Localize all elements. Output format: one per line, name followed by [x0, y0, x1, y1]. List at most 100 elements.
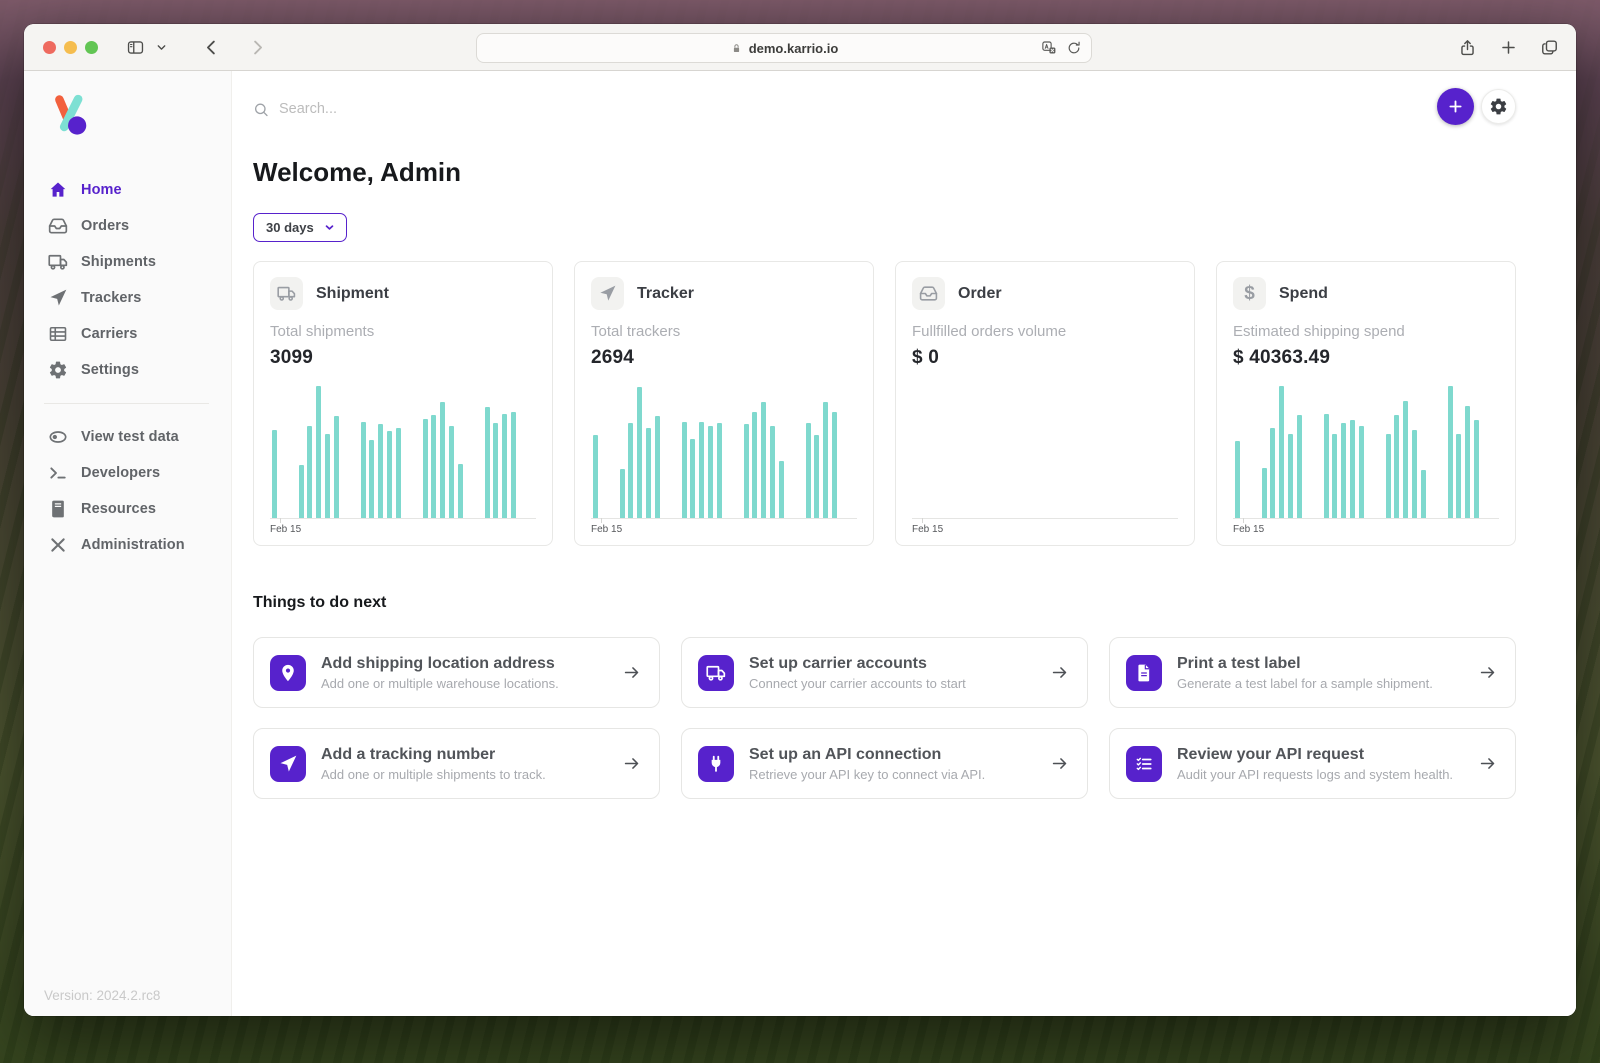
tab-overview-icon[interactable]	[1538, 32, 1560, 62]
chart-bar	[1412, 430, 1417, 518]
sidebar-item-trackers[interactable]: Trackers	[24, 280, 231, 316]
period-filter-dropdown[interactable]: 30 days	[253, 213, 347, 242]
chart-bar	[593, 435, 598, 518]
task-card-add-a-tracking-number[interactable]: Add a tracking number Add one or multipl…	[253, 728, 660, 799]
forward-icon[interactable]	[242, 32, 272, 62]
close-window-button[interactable]	[43, 41, 56, 54]
browser-toolbar: demo.karrio.io	[24, 24, 1576, 71]
task-card-description: Generate a test label for a sample shipm…	[1177, 676, 1463, 691]
sidebar-item-administration[interactable]: Administration	[24, 527, 231, 563]
task-card-set-up-carrier-accounts[interactable]: Set up carrier accounts Connect your car…	[681, 637, 1088, 708]
chart-axis-label: Feb 15	[1233, 524, 1499, 535]
truck-icon	[48, 252, 68, 272]
search-box[interactable]	[253, 101, 683, 118]
share-icon[interactable]	[1456, 32, 1478, 62]
eye-icon	[48, 427, 68, 447]
page-title: Welcome, Admin	[253, 157, 1516, 188]
sidebar-item-label: Settings	[81, 362, 139, 378]
create-button[interactable]	[1437, 88, 1474, 125]
new-tab-icon[interactable]	[1497, 32, 1519, 62]
minimize-window-button[interactable]	[64, 41, 77, 54]
stat-card-title: Spend	[1279, 285, 1328, 303]
task-card-title: Add shipping location address	[321, 655, 607, 673]
chart-bar	[1394, 415, 1399, 518]
stat-card-title: Order	[958, 285, 1002, 303]
sidebar-item-settings[interactable]: Settings	[24, 352, 231, 388]
arrow-right-icon	[1050, 663, 1069, 682]
arrow-right-icon	[622, 754, 641, 773]
sidebar-item-shipments[interactable]: Shipments	[24, 244, 231, 280]
chart-bar	[690, 439, 695, 518]
file-icon	[1126, 655, 1162, 691]
truck-icon	[698, 655, 734, 691]
karrio-logo[interactable]	[46, 91, 231, 142]
settings-button[interactable]	[1481, 89, 1516, 124]
sidebar-item-home[interactable]: Home	[24, 172, 231, 208]
tab-group-chevron-icon[interactable]	[152, 32, 170, 62]
stats-row: Shipment Total shipments 3099 Feb 15 Tra…	[253, 261, 1516, 546]
zoom-window-button[interactable]	[85, 41, 98, 54]
chart-axis-label: Feb 15	[270, 524, 536, 535]
chart-bar	[1288, 434, 1293, 518]
task-card-review-your-api-request[interactable]: Review your API request Audit your API r…	[1109, 728, 1516, 799]
chart-bar	[387, 431, 392, 518]
chart-bar	[1270, 428, 1275, 518]
chart-bar	[628, 423, 633, 518]
sidebar-divider	[44, 403, 209, 404]
tools-icon	[48, 535, 68, 555]
search-input[interactable]	[279, 101, 683, 117]
chart-bar	[620, 469, 625, 518]
translate-icon[interactable]	[1041, 40, 1057, 56]
chart-bar	[1341, 423, 1346, 518]
sidebar-secondary-nav: View test data Developers ResourcesAdminis…	[24, 419, 231, 563]
task-card-title: Review your API request	[1177, 746, 1463, 764]
stat-card-value: $ 0	[912, 347, 1178, 369]
search-icon	[253, 101, 269, 118]
chart-bar	[1403, 401, 1408, 518]
sidebar-toggle-icon[interactable]	[120, 32, 150, 62]
sidebar-item-view-test-data[interactable]: View test data	[24, 419, 231, 455]
chart-bar	[361, 422, 366, 518]
task-card-description: Retrieve your API key to connect via API…	[749, 767, 1035, 782]
sidebar-item-orders[interactable]: Orders	[24, 208, 231, 244]
inbox-icon	[48, 216, 68, 236]
address-bar[interactable]: demo.karrio.io	[476, 33, 1092, 63]
chart-bar	[717, 423, 722, 518]
sidebar-item-label: Developers	[81, 465, 160, 481]
back-icon[interactable]	[196, 32, 226, 62]
chart-bar	[646, 428, 651, 518]
task-card-description: Add one or multiple shipments to track.	[321, 767, 607, 782]
stat-card-subtitle: Total shipments	[270, 323, 536, 340]
chart-bar	[779, 461, 784, 518]
chart-bar	[637, 387, 642, 518]
chart-bar	[299, 465, 304, 518]
inbox-icon	[912, 277, 945, 310]
sidebar-item-developers[interactable]: Developers	[24, 455, 231, 491]
sparkline-chart	[591, 386, 857, 518]
sidebar-item-label: Shipments	[81, 254, 156, 270]
chart-bar	[1350, 420, 1355, 518]
task-card-set-up-an-api-connection[interactable]: Set up an API connection Retrieve your A…	[681, 728, 1088, 799]
chart-bar	[458, 464, 463, 518]
chart-bar	[699, 422, 704, 518]
sidebar-item-resources[interactable]: Resources	[24, 491, 231, 527]
sparkline-chart	[912, 386, 1178, 518]
chart-bar	[449, 426, 454, 518]
sidebar-item-carriers[interactable]: Carriers	[24, 316, 231, 352]
stat-card-subtitle: Estimated shipping spend	[1233, 323, 1499, 340]
arrow-right-icon	[1478, 754, 1497, 773]
chart-bar	[334, 416, 339, 518]
send-icon	[591, 277, 624, 310]
chart-bar	[708, 426, 713, 518]
chart-bar	[378, 424, 383, 518]
reload-icon[interactable]	[1066, 40, 1082, 56]
task-card-print-a-test-label[interactable]: Print a test label Generate a test label…	[1109, 637, 1516, 708]
task-card-add-shipping-location-address[interactable]: Add shipping location address Add one or…	[253, 637, 660, 708]
chart-bar	[485, 407, 490, 518]
stat-card-subtitle: Fullfilled orders volume	[912, 323, 1178, 340]
stat-card-shipment: Shipment Total shipments 3099 Feb 15	[253, 261, 553, 546]
chevron-down-icon	[323, 221, 336, 234]
chart-bar	[431, 415, 436, 518]
version-text: Version: 2024.2.rc8	[44, 988, 160, 1003]
arrow-right-icon	[1478, 663, 1497, 682]
